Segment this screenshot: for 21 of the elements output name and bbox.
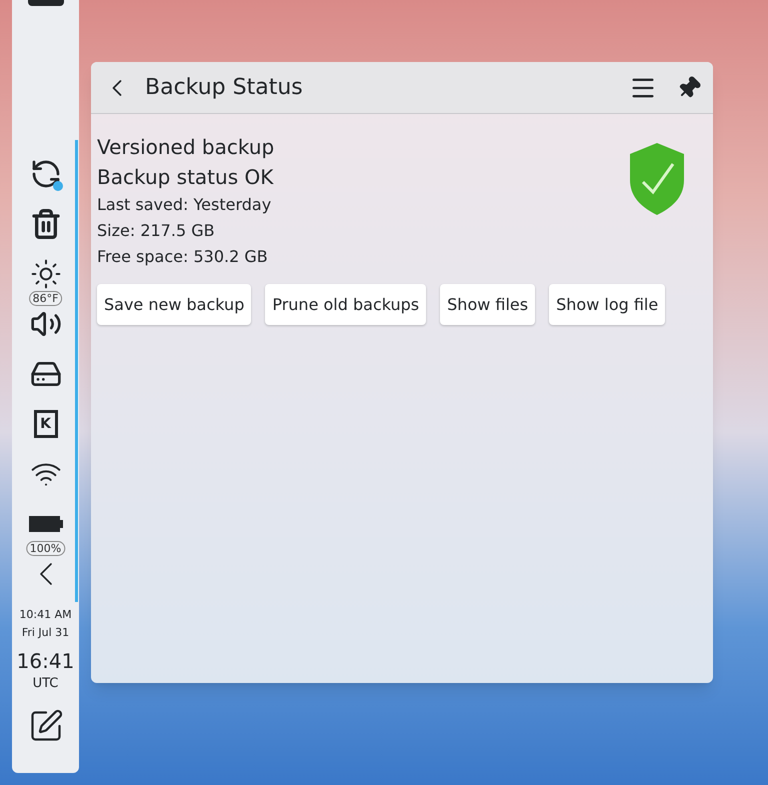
k-logo-icon[interactable]: K — [34, 410, 58, 438]
status-heading: Versioned backup — [97, 134, 276, 161]
tray-badge: 100% — [26, 541, 66, 556]
status-detail: Last saved: Yesterday — [97, 194, 272, 216]
status-heading: Backup status OK — [97, 164, 274, 191]
action-button[interactable]: Show log file — [549, 284, 666, 325]
status-detail: Size: 217.5 GB — [97, 220, 216, 242]
action-button[interactable]: Save new backup — [97, 284, 252, 325]
utc-clock-time[interactable]: 16:41 — [16, 648, 74, 674]
status-detail: Free space: 530.2 GB — [97, 246, 269, 268]
battery-icon[interactable] — [28, 515, 64, 533]
popup-title: Backup Status — [145, 74, 303, 102]
tray-badge: 86°F — [28, 291, 62, 306]
clock-date[interactable]: Fri Jul 31 — [22, 624, 70, 642]
weather-sun-icon[interactable] — [30, 258, 62, 290]
trash-icon[interactable] — [30, 208, 62, 240]
action-button[interactable]: Prune old backups — [265, 284, 426, 325]
action-button[interactable]: Show files — [440, 284, 536, 325]
utc-clock-zone[interactable]: UTC — [32, 674, 58, 694]
clock-time[interactable]: 10:41 AM — [19, 606, 72, 624]
panel-top-icon[interactable] — [28, 0, 64, 6]
